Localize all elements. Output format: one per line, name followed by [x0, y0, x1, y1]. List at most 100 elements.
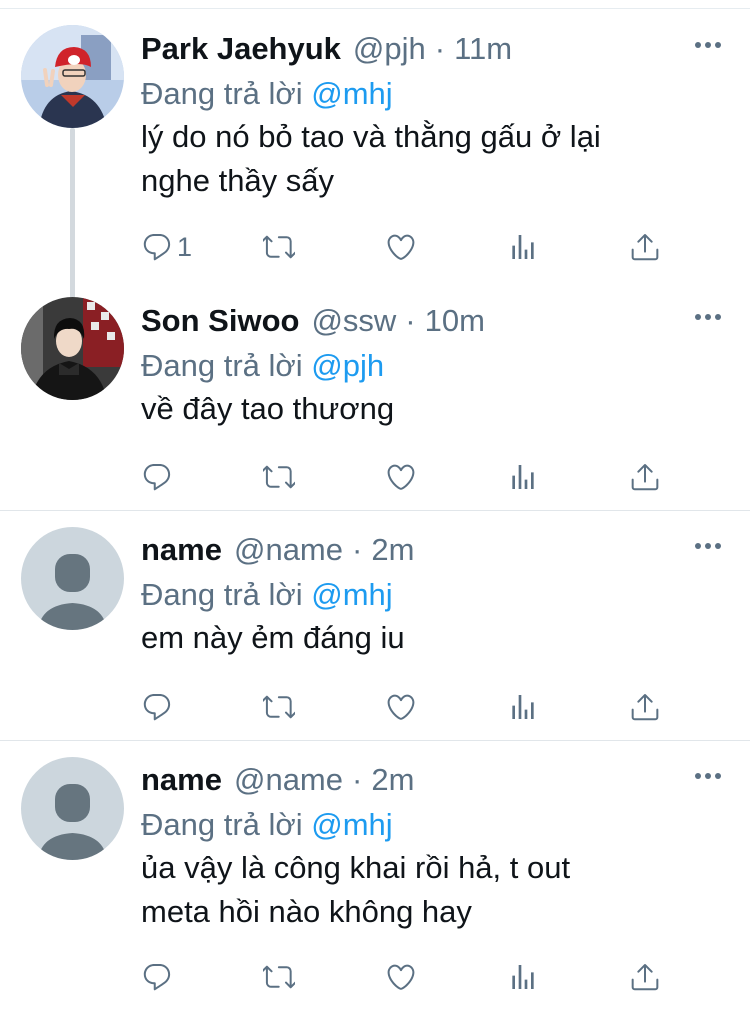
timestamp[interactable]: 10m — [425, 299, 485, 343]
replying-to-label: Đang trả lời — [141, 577, 303, 612]
reply-count: 1 — [177, 231, 193, 262]
tweet-text-line: về đây tao thương — [141, 391, 395, 426]
tweet-text: về đây tao thương — [141, 387, 711, 431]
thread-line — [70, 128, 75, 300]
tweet-text-line: em này ẻm đáng iu — [141, 620, 405, 655]
like-icon — [385, 231, 417, 263]
tweet-header: Son Siwoo @ssw · 10m — [141, 299, 485, 343]
share-button[interactable] — [629, 687, 661, 727]
replying-to-label: Đang trả lời — [141, 348, 303, 383]
replying-to: Đang trả lời @mhj — [141, 573, 393, 617]
replying-to-label: Đang trả lời — [141, 807, 303, 842]
like-icon — [385, 691, 417, 723]
replying-to: Đang trả lời @mhj — [141, 72, 393, 116]
reply-mention-link[interactable]: @mhj — [311, 76, 392, 111]
separator-dot: · — [352, 532, 363, 567]
tweet-header: name @name · 2m — [141, 528, 414, 572]
replying-to-label: Đang trả lời — [141, 76, 303, 111]
reply-button[interactable] — [141, 957, 173, 997]
reply-button[interactable] — [141, 687, 173, 727]
display-name[interactable]: Park Jaehyuk — [141, 27, 341, 71]
tweet-text-line: ủa vậy là công khai rồi hả, t out — [141, 850, 571, 885]
user-handle[interactable]: @name — [234, 758, 343, 802]
display-name[interactable]: Son Siwoo — [141, 299, 299, 343]
analytics-button[interactable] — [507, 957, 539, 997]
more-icon[interactable] — [695, 543, 721, 551]
share-icon — [629, 231, 661, 263]
retweet-button[interactable] — [263, 227, 295, 267]
analytics-button[interactable] — [507, 687, 539, 727]
top-divider — [0, 8, 750, 9]
retweet-button[interactable] — [263, 457, 295, 497]
analytics-button[interactable] — [507, 457, 539, 497]
like-button[interactable] — [385, 957, 417, 997]
like-button[interactable] — [385, 457, 417, 497]
retweet-button[interactable] — [263, 687, 295, 727]
tweet-header: Park Jaehyuk @pjh · 11m — [141, 27, 512, 71]
analytics-icon — [507, 691, 539, 723]
action-bar: 1 — [141, 227, 681, 267]
avatar[interactable] — [21, 25, 124, 128]
share-button[interactable] — [629, 227, 661, 267]
reply-mention-link[interactable]: @mhj — [311, 807, 392, 842]
tweet-text: ủa vậy là công khai rồi hả, t out meta h… — [141, 846, 711, 934]
reply-icon — [141, 691, 173, 723]
share-button[interactable] — [629, 957, 661, 997]
reply-mention-link[interactable]: @mhj — [311, 577, 392, 612]
more-icon[interactable] — [695, 314, 721, 322]
share-button[interactable] — [629, 457, 661, 497]
user-handle[interactable]: @ssw — [311, 299, 396, 343]
tweet-text-line: nghe thầy sấy — [141, 163, 335, 198]
analytics-icon — [507, 461, 539, 493]
timestamp[interactable]: 11m — [454, 27, 512, 71]
like-button[interactable] — [385, 687, 417, 727]
avatar[interactable] — [21, 527, 124, 630]
like-icon — [385, 961, 417, 993]
like-button[interactable] — [385, 227, 417, 267]
tweet-text: em này ẻm đáng iu — [141, 616, 711, 660]
replying-to: Đang trả lời @mhj — [141, 803, 393, 847]
avatar[interactable] — [21, 757, 124, 860]
tweet-text-line: meta hồi nào không hay — [141, 894, 472, 929]
more-icon[interactable] — [695, 773, 721, 781]
retweet-button[interactable] — [263, 957, 295, 997]
tweet-text: lý do nó bỏ tao và thằng gấu ở lại nghe … — [141, 115, 711, 203]
tweet[interactable]: name @name · 2m Đang trả lời @mhj ủa vậy… — [0, 741, 750, 1011]
display-name[interactable]: name — [141, 758, 222, 802]
share-icon — [629, 961, 661, 993]
reply-button[interactable]: 1 — [141, 227, 192, 267]
reply-icon — [141, 231, 173, 263]
tweet-text-line: lý do nó bỏ tao và thằng gấu ở lại — [141, 119, 601, 154]
separator-dot: · — [352, 762, 363, 797]
tweet-header: name @name · 2m — [141, 758, 414, 802]
retweet-icon — [263, 691, 295, 723]
timestamp[interactable]: 2m — [371, 758, 414, 802]
user-handle[interactable]: @pjh — [353, 27, 426, 71]
analytics-icon — [507, 231, 539, 263]
timestamp[interactable]: 2m — [371, 528, 414, 572]
analytics-button[interactable] — [507, 227, 539, 267]
action-bar — [141, 687, 681, 727]
action-bar — [141, 957, 681, 997]
share-icon — [629, 691, 661, 723]
reply-button[interactable] — [141, 457, 173, 497]
share-icon — [629, 461, 661, 493]
user-handle[interactable]: @name — [234, 528, 343, 572]
avatar[interactable] — [21, 297, 124, 400]
replying-to: Đang trả lời @pjh — [141, 344, 384, 388]
reply-icon — [141, 461, 173, 493]
retweet-icon — [263, 961, 295, 993]
reply-icon — [141, 961, 173, 993]
analytics-icon — [507, 961, 539, 993]
separator-dot: · — [434, 31, 446, 66]
retweet-icon — [263, 231, 295, 263]
tweet[interactable]: Park Jaehyuk @pjh · 11m Đang trả lời @mh… — [0, 10, 750, 300]
more-icon[interactable] — [695, 42, 721, 50]
tweet[interactable]: Son Siwoo @ssw · 10m Đang trả lời @pjh v… — [0, 282, 750, 508]
action-bar — [141, 457, 681, 497]
display-name[interactable]: name — [141, 528, 222, 572]
retweet-icon — [263, 461, 295, 493]
like-icon — [385, 461, 417, 493]
reply-mention-link[interactable]: @pjh — [311, 348, 384, 383]
tweet[interactable]: name @name · 2m Đang trả lời @mhj em này… — [0, 511, 750, 739]
